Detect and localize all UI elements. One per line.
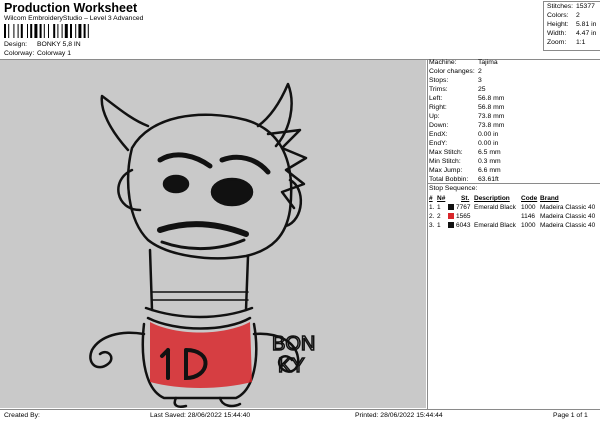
- software-subtitle: Wilcom EmbroideryStudio – Level 3 Advanc…: [4, 15, 144, 22]
- thread-swatch: [448, 222, 454, 228]
- spec-row: EndX: 0.00 in: [429, 131, 499, 138]
- spec-row: Total Bobbin: 63.61ft: [429, 176, 499, 183]
- thread-swatch: [448, 204, 454, 210]
- barcode: [4, 24, 89, 38]
- summary-stitches: Stitches: 15377: [547, 3, 595, 10]
- panel-divider: [427, 59, 428, 409]
- footer-printed: Printed: 28/06/2022 15:44:44: [355, 412, 443, 419]
- spec-row: Right: 56.8 mm: [429, 104, 505, 111]
- spec-row: Max Stitch: 6.5 mm: [429, 149, 501, 156]
- footer-created-by: Created By:: [4, 412, 40, 419]
- table-row: 3. 1 6043 Emerald Black 1000 Madeira Cla…: [429, 222, 596, 229]
- design-name-text-line1: BON: [272, 333, 315, 355]
- table-header: # N# St. Description Code Brand: [429, 195, 559, 202]
- colorway-label: Colorway:: [4, 50, 35, 57]
- spec-row: Max Jump: 6.6 mm: [429, 167, 501, 174]
- summary-zoom: Zoom: 1:1: [547, 39, 586, 46]
- spec-row: Color changes: 2: [429, 68, 482, 75]
- spec-row: Min Stitch: 0.3 mm: [429, 158, 501, 165]
- table-row: 1. 1 7767 Emerald Black 1000 Madeira Cla…: [429, 204, 596, 211]
- embroidery-artwork: BON KY: [89, 82, 316, 408]
- footer-last-saved: Last Saved: 28/06/2022 15:44:40: [150, 412, 251, 419]
- spec-row: Trims: 25: [429, 86, 486, 93]
- colorway-value: Colorway 1: [37, 50, 71, 57]
- stop-sequence-table: # N# St. Description Code Brand 1. 1 776…: [428, 195, 600, 231]
- spec-row: Left: 56.8 mm: [429, 95, 505, 102]
- spec-row: Stops: 3: [429, 77, 482, 84]
- table-row: 2. 2 1565 1146 Madeira Classic 40: [429, 213, 596, 220]
- design-name-text-line2: KY: [278, 355, 305, 377]
- stop-sequence-title: Stop Sequence:: [429, 185, 478, 192]
- summary-box: Stitches: 15377 Colors: 2 Height: 5.81 in W…: [543, 1, 600, 51]
- design-label: Design:: [4, 41, 28, 48]
- worksheet-title: Production Worksheet: [4, 1, 138, 15]
- spec-row: Down: 73.8 mm: [429, 122, 505, 129]
- spec-row: EndY: 0.00 in: [429, 140, 499, 147]
- summary-width: Width: 4.47 in: [547, 30, 597, 37]
- specs-divider: [427, 183, 600, 184]
- footer-page: Page 1 of 1: [553, 412, 588, 419]
- spec-row: Machine: Tajima: [429, 59, 498, 66]
- summary-colors: Colors: 2: [547, 12, 580, 19]
- footer-divider: [0, 409, 600, 410]
- design-preview: BON KY: [0, 60, 426, 408]
- summary-height: Height: 5.81 in: [547, 21, 597, 28]
- spec-row: Up: 73.8 mm: [429, 113, 505, 120]
- design-value: BONKY 5,8 IN: [37, 41, 81, 48]
- thread-swatch: [448, 213, 454, 219]
